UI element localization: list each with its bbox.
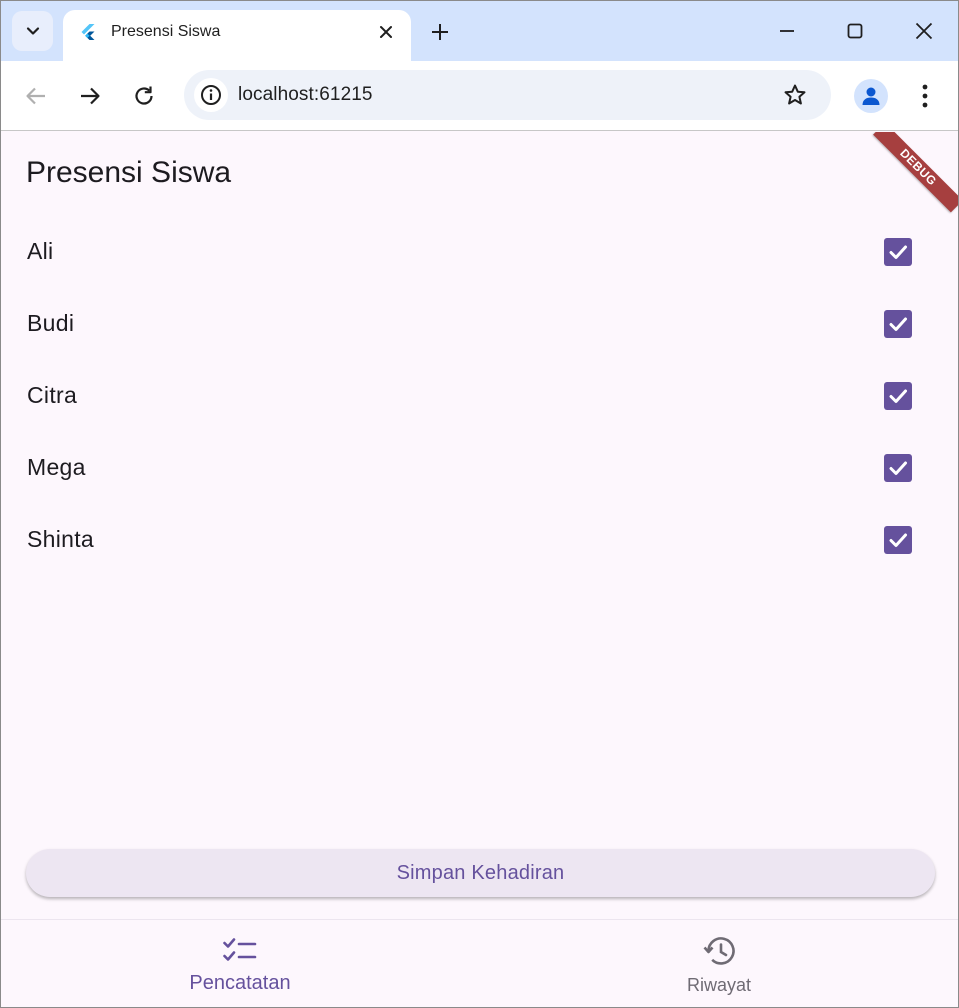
save-attendance-button[interactable]: Simpan Kehadiran [26,849,935,897]
browser-menu-button[interactable] [911,82,939,110]
more-vert-icon [922,84,928,108]
close-icon [380,26,392,38]
address-bar[interactable]: localhost:61215 [184,70,831,120]
tab-title: Presensi Siswa [111,23,221,40]
tab-search-button[interactable] [12,11,53,51]
arrow-right-icon [81,87,100,105]
nav-item-pencatatan[interactable]: Pencatatan [1,920,479,1007]
bookmark-button[interactable] [782,82,808,108]
tab-close-button[interactable] [375,21,397,43]
bottom-navigation: Pencatatan Riwayat [1,919,958,1007]
minimize-button[interactable] [773,17,801,45]
reload-button[interactable] [130,82,158,110]
back-button[interactable] [22,82,50,110]
chevron-down-icon [26,27,39,35]
attendance-checkbox[interactable] [884,382,912,410]
list-item[interactable]: Citra [1,360,958,432]
student-name: Shinta [27,526,95,552]
app-body: Presensi Siswa DEBUG Ali Budi Citra Mega… [1,132,958,1007]
check-icon [889,533,907,547]
check-icon [889,317,907,331]
nav-label: Riwayat [686,975,752,995]
star-icon [784,84,806,105]
person-icon [862,87,880,105]
close-icon [915,22,933,40]
list-item[interactable]: Shinta [1,504,958,576]
maximize-icon [847,23,863,39]
maximize-button[interactable] [841,17,869,45]
list-item[interactable]: Mega [1,432,958,504]
attendance-checkbox[interactable] [884,238,912,266]
student-list: Ali Budi Citra Mega Shinta [1,216,958,576]
student-name: Mega [27,454,86,480]
checklist-icon [223,934,257,968]
site-info-button[interactable] [194,78,228,112]
new-tab-button[interactable] [428,20,452,44]
page-title: Presensi Siswa [26,156,232,189]
url-text[interactable]: localhost:61215 [238,84,373,106]
check-icon [889,245,907,259]
debug-banner: DEBUG [873,132,958,213]
attendance-checkbox[interactable] [884,310,912,338]
tab-strip: Presensi Siswa [1,1,958,61]
list-item[interactable]: Budi [1,288,958,360]
student-name: Citra [27,382,78,408]
check-icon [889,389,907,403]
student-name: Ali [27,238,54,264]
info-icon [201,85,221,105]
attendance-checkbox[interactable] [884,454,912,482]
history-icon [702,934,736,968]
close-window-button[interactable] [910,17,938,45]
active-tab[interactable]: Presensi Siswa [63,10,411,61]
attendance-checkbox[interactable] [884,526,912,554]
nav-item-riwayat[interactable]: Riwayat [480,920,958,1007]
flutter-icon [81,24,95,40]
student-name: Budi [27,310,75,336]
nav-label: Pencatatan [189,972,291,994]
forward-button[interactable] [76,82,104,110]
check-icon [889,461,907,475]
list-item[interactable]: Ali [1,216,958,288]
minimize-icon [780,30,794,32]
arrow-left-icon [26,87,45,105]
reload-icon [135,86,153,105]
profile-button[interactable] [854,79,888,113]
browser-window: Presensi Siswa localhost:61215 Presensi … [0,0,959,1008]
plus-icon [432,24,448,40]
browser-toolbar: localhost:61215 [1,61,958,131]
